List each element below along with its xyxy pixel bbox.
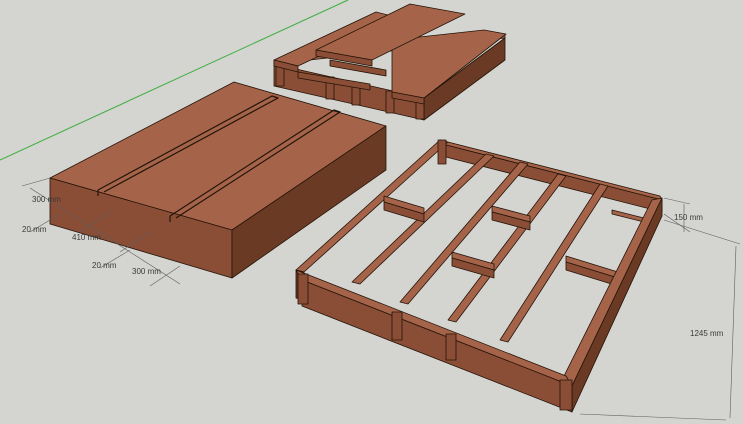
dim-20mm-b: 20 mm [92, 261, 117, 270]
dim-20mm-a: 20 mm [22, 225, 47, 234]
mattress-block-model[interactable] [49, 81, 387, 279]
dim-410mm: 410 mm [72, 233, 101, 242]
dim-300mm-top: 300 mm [32, 195, 61, 204]
3d-scene: 300 mm 20 mm 410 mm 20 mm 300 mm 150 mm … [0, 0, 741, 421]
dim-300mm-bottom: 300 mm [132, 267, 161, 276]
dim-150mm: 150 mm [674, 213, 703, 222]
modeling-viewport[interactable]: 300 mm 20 mm 410 mm 20 mm 300 mm 150 mm … [0, 0, 743, 424]
dim-1245mm: 1245 mm [690, 329, 724, 338]
top-frame-model[interactable] [273, 3, 507, 121]
